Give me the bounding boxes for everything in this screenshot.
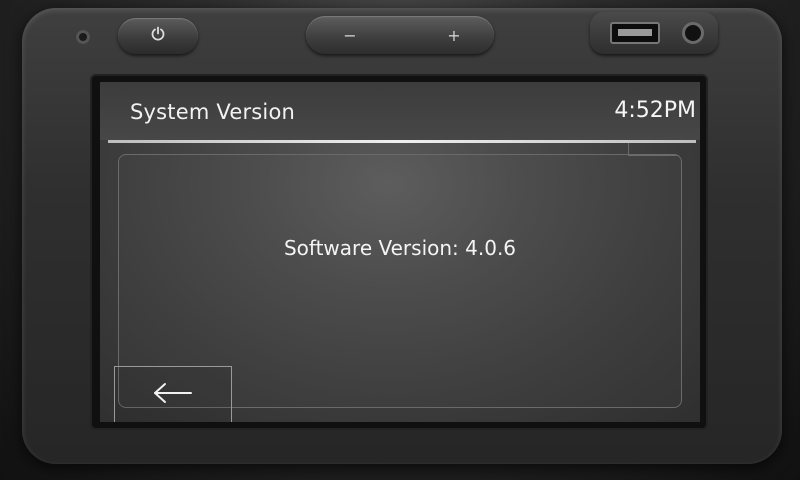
usb-port-icon bbox=[610, 22, 660, 44]
volume-down-button[interactable]: − bbox=[320, 16, 380, 54]
title-bar: System Version 4:52PM bbox=[100, 82, 700, 140]
volume-plus-label: + bbox=[447, 25, 461, 45]
clock: 4:52PM bbox=[614, 98, 696, 123]
back-arrow-icon bbox=[151, 381, 195, 409]
volume-up-button[interactable]: + bbox=[424, 16, 484, 54]
page-title: System Version bbox=[130, 100, 296, 124]
back-button[interactable] bbox=[114, 366, 232, 422]
power-button[interactable] bbox=[118, 18, 198, 54]
touch-screen: System Version 4:52PM Software Version: … bbox=[100, 82, 700, 422]
volume-rocker: − + bbox=[306, 16, 494, 54]
sensor-dot-icon bbox=[76, 30, 90, 44]
media-ports bbox=[590, 12, 718, 54]
power-icon bbox=[150, 26, 166, 46]
aux-jack-icon bbox=[682, 22, 704, 44]
volume-minus-label: − bbox=[343, 25, 357, 45]
title-divider bbox=[108, 140, 696, 143]
software-version-text: Software Version: 4.0.6 bbox=[283, 236, 517, 260]
